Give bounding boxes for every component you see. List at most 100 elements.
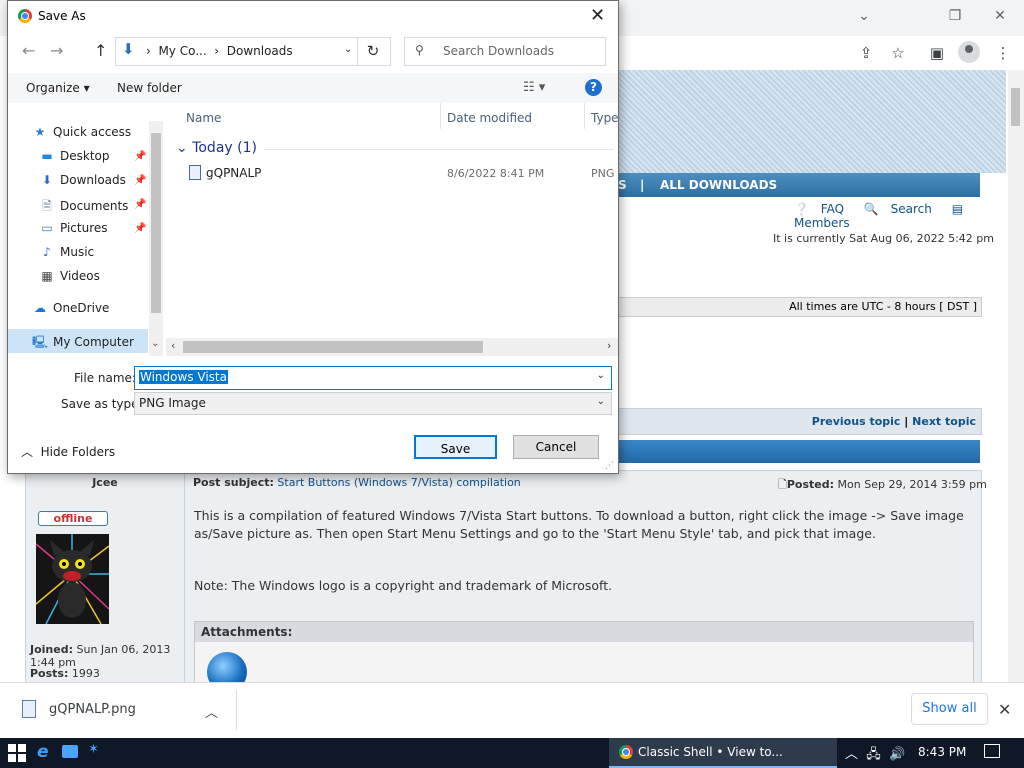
horizontal-scroll-thumb[interactable] bbox=[183, 341, 483, 353]
cloud-icon: ☁ bbox=[34, 301, 46, 315]
minimize-button[interactable]: ⌄ bbox=[852, 6, 876, 26]
forward-arrow-icon[interactable]: → bbox=[50, 41, 63, 60]
window-close-button[interactable]: ✕ bbox=[988, 6, 1012, 26]
start-button[interactable] bbox=[8, 744, 26, 762]
resize-grip-icon[interactable]: ⋰ bbox=[605, 461, 614, 471]
chevron-down-icon[interactable]: ⌄ bbox=[597, 396, 605, 407]
horizontal-scrollbar[interactable]: ‹ › bbox=[166, 338, 618, 356]
nav-item-quick-access[interactable]: ★ Quick access bbox=[32, 125, 132, 139]
command-bar: Organize ▾ New folder ☷ ▾ ? bbox=[8, 73, 618, 103]
column-header-date[interactable]: Date modified bbox=[447, 111, 532, 125]
profile-avatar[interactable] bbox=[958, 41, 980, 63]
back-arrow-icon[interactable]: ← bbox=[22, 41, 35, 60]
page-scroll-thumb[interactable] bbox=[1011, 88, 1020, 126]
topic-nav: Previous topic | Next topic bbox=[616, 408, 982, 435]
network-icon[interactable]: 🖧 bbox=[866, 747, 881, 762]
nav-link-all-downloads[interactable]: ALL DOWNLOADS bbox=[660, 178, 777, 192]
organize-button[interactable]: Organize ▾ bbox=[26, 81, 90, 95]
more-icon[interactable]: ⋮ bbox=[993, 44, 1013, 62]
file-name-value[interactable]: Windows Vista bbox=[139, 370, 228, 384]
next-topic-link[interactable]: Next topic bbox=[912, 415, 976, 428]
sidebar-icon[interactable]: ▣ bbox=[927, 44, 947, 62]
current-time: It is currently Sat Aug 06, 2022 5:42 pm bbox=[773, 232, 994, 245]
breadcrumb-downloads[interactable]: Downloads bbox=[227, 44, 293, 58]
save-button[interactable]: Save bbox=[414, 435, 497, 459]
internet-explorer-icon[interactable]: e bbox=[37, 742, 49, 762]
system-tray[interactable]: ︿ 🖧 🔊 bbox=[845, 743, 905, 767]
nav-link-partial[interactable]: S bbox=[618, 178, 627, 192]
column-divider bbox=[584, 103, 585, 129]
faq-icon: ❔ bbox=[794, 202, 809, 216]
nav-item-pictures[interactable]: ▭ Pictures bbox=[39, 221, 107, 235]
download-arrow-icon: ⬇ bbox=[122, 40, 135, 58]
show-all-button[interactable]: Show all bbox=[911, 693, 988, 725]
post-page-icon: 🗋 bbox=[778, 478, 787, 491]
taskbar-window-title[interactable]: Classic Shell • View to... bbox=[638, 745, 783, 759]
search-link[interactable]: 🔍 Search bbox=[864, 202, 940, 216]
nav-item-music[interactable]: ♪ Music bbox=[39, 245, 94, 259]
dialog-titlebar[interactable] bbox=[8, 1, 618, 32]
group-header[interactable]: ⌄ Today (1) bbox=[176, 140, 257, 156]
restore-button[interactable]: ❐ bbox=[943, 6, 967, 26]
file-list: Name Date modified Type ⌄ Today (1) gQPN… bbox=[166, 103, 619, 356]
nav-item-my-computer[interactable]: 🖳 My Computer bbox=[32, 333, 134, 354]
nav-item-onedrive[interactable]: ☁ OneDrive bbox=[32, 301, 109, 315]
save-as-dialog: Save As ✕ ← → ↑ ⬇ › My Co... › Downloads… bbox=[7, 0, 619, 474]
taskbar-clock[interactable]: 8:43 PM bbox=[918, 745, 966, 759]
volume-icon[interactable]: 🔊 bbox=[889, 747, 905, 762]
file-name: gQPNALP bbox=[206, 166, 262, 180]
search-box[interactable]: ⚲ bbox=[404, 37, 606, 66]
view-options-icon[interactable]: ☷ ▾ bbox=[523, 80, 545, 95]
dialog-close-button[interactable]: ✕ bbox=[590, 5, 605, 26]
classic-shell-icon[interactable]: ✶ bbox=[88, 742, 99, 757]
dialog-title: Save As bbox=[38, 9, 86, 23]
author-column: Jcee offline Joined: Sun Jan 06, 2013 1:… bbox=[26, 471, 185, 682]
chevron-down-icon[interactable]: ⌄ bbox=[597, 370, 605, 381]
post-note: Note: The Windows logo is a copyright an… bbox=[194, 578, 613, 593]
chevron-down-icon[interactable]: ⌄ bbox=[151, 338, 159, 349]
navigation-pane: ★ Quick access ▬ Desktop ⬇ Downloads 🗎 Docum… bbox=[8, 103, 165, 356]
column-header-type[interactable]: Type bbox=[591, 111, 619, 125]
search-input[interactable] bbox=[443, 44, 593, 58]
scroll-right-icon[interactable]: › bbox=[607, 339, 611, 352]
chevron-down-icon[interactable]: ⌄ bbox=[344, 44, 352, 55]
file-name-field[interactable]: Windows Vista ⌄ bbox=[134, 366, 612, 390]
share-icon[interactable]: ⇪ bbox=[856, 44, 876, 62]
breadcrumb-my-computer[interactable]: My Co... bbox=[158, 44, 206, 58]
cancel-button[interactable]: Cancel bbox=[513, 435, 599, 459]
help-icon[interactable]: ? bbox=[585, 79, 602, 96]
chevron-up-icon[interactable]: ︿ bbox=[205, 702, 218, 721]
file-explorer-icon[interactable] bbox=[62, 745, 78, 758]
address-bar[interactable]: ⬇ › My Co... › Downloads ⌄ bbox=[115, 37, 358, 66]
post-header-bar bbox=[616, 440, 980, 463]
notification-icon[interactable] bbox=[984, 744, 1000, 758]
column-header-name[interactable]: Name bbox=[186, 111, 221, 125]
document-icon: 🗎 bbox=[42, 199, 52, 213]
nav-item-videos[interactable]: ▦ Videos bbox=[39, 269, 100, 283]
post-date: 🗋Posted: Mon Sep 29, 2014 3:59 pm bbox=[778, 478, 987, 491]
post-subject-link[interactable]: Start Buttons (Windows 7/Vista) compilat… bbox=[277, 476, 520, 489]
author-name[interactable]: Jcee bbox=[26, 476, 184, 489]
scroll-left-icon[interactable]: ‹ bbox=[171, 339, 175, 352]
previous-topic-link[interactable]: Previous topic bbox=[812, 415, 901, 428]
faq-link[interactable]: ❔ FAQ bbox=[794, 202, 852, 216]
nav-item-documents[interactable]: 🗎 Documents bbox=[39, 197, 128, 218]
group-divider bbox=[264, 149, 614, 150]
breadcrumb: › My Co... › Downloads bbox=[146, 44, 293, 58]
computer-icon: 🖳 bbox=[32, 335, 49, 349]
file-row[interactable]: gQPNALP 8/6/2022 8:41 PM PNG bbox=[166, 164, 618, 184]
windows-orb-attachment[interactable] bbox=[207, 652, 247, 682]
refresh-button[interactable]: ↻ bbox=[356, 37, 391, 66]
new-folder-button[interactable]: New folder bbox=[117, 81, 182, 95]
close-icon[interactable]: ✕ bbox=[998, 700, 1011, 719]
hide-folders-toggle[interactable]: ︿ Hide Folders bbox=[21, 443, 115, 460]
nav-item-downloads[interactable]: ⬇ Downloads bbox=[39, 173, 126, 187]
page-scrollbar[interactable] bbox=[1008, 70, 1024, 682]
up-arrow-icon[interactable]: ↑ bbox=[94, 41, 107, 60]
star-icon[interactable]: ☆ bbox=[888, 44, 908, 62]
nav-pane-scroll-thumb[interactable] bbox=[151, 133, 161, 313]
download-item-name[interactable]: gQPNALP.png bbox=[49, 702, 136, 717]
tray-expand-icon[interactable]: ︿ bbox=[845, 747, 858, 762]
nav-item-desktop[interactable]: ▬ Desktop bbox=[39, 149, 109, 163]
save-type-select[interactable]: PNG Image ⌄ bbox=[134, 392, 612, 415]
